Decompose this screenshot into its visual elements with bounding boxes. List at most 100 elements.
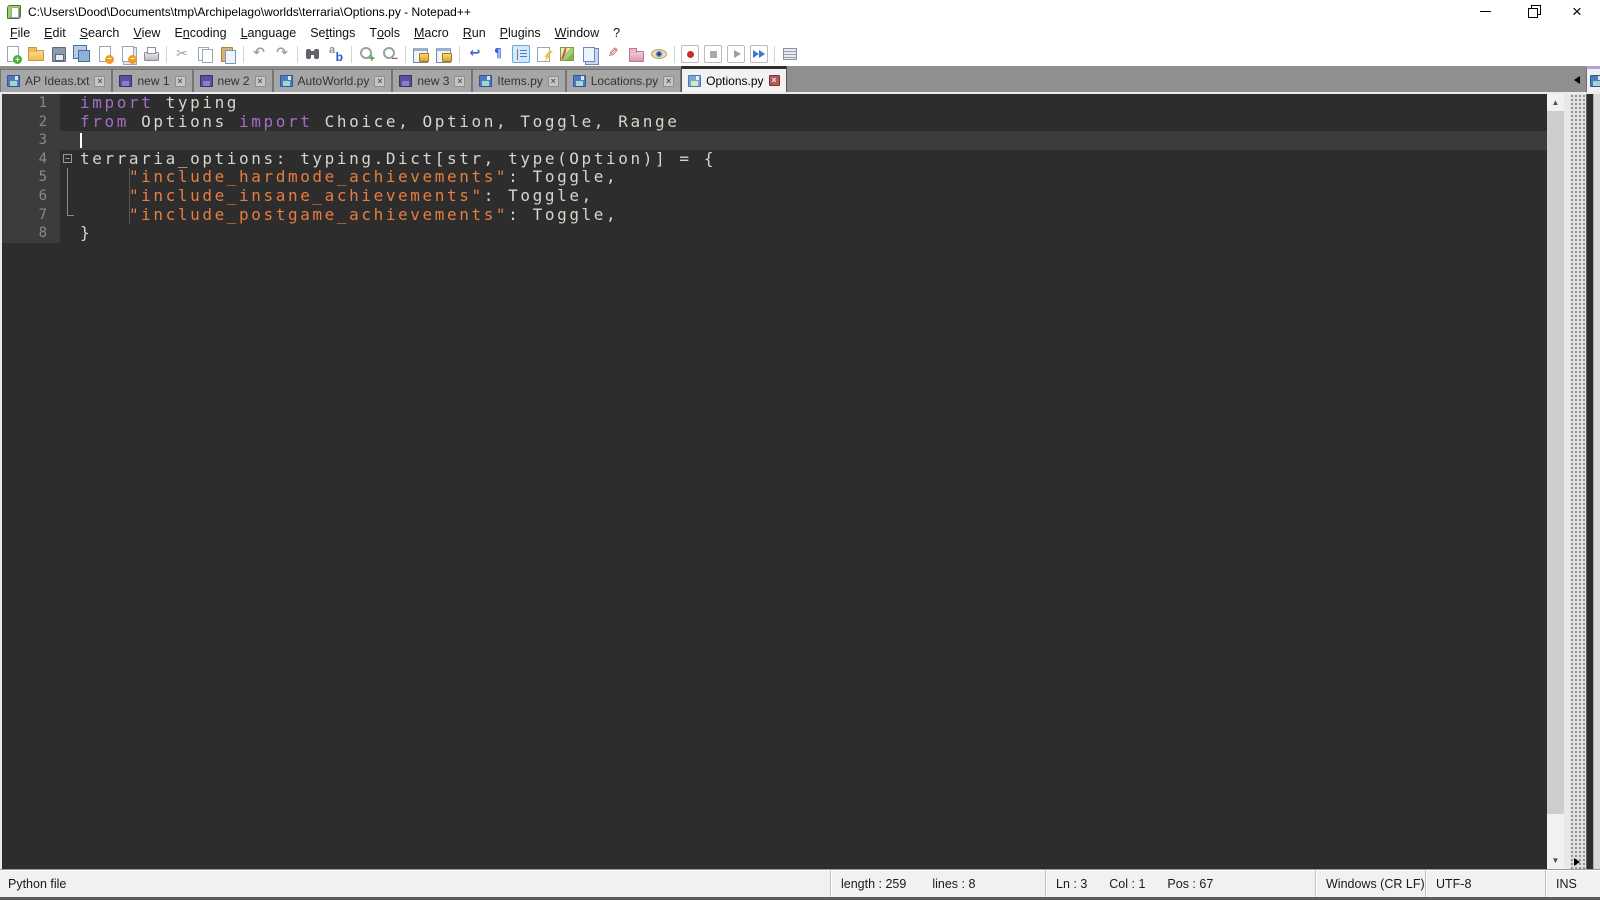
menu-settings[interactable]: Se t tings bbox=[303, 23, 362, 42]
macro-run-multi-icon[interactable] bbox=[750, 45, 768, 63]
scrollbar-track[interactable] bbox=[1547, 111, 1564, 852]
code-line-4[interactable]: 4− terraria_options: typing.Dict[str, typ… bbox=[2, 149, 1547, 169]
function-list-icon[interactable] bbox=[535, 45, 553, 63]
scroll-up-icon[interactable]: ▲ bbox=[1547, 94, 1564, 111]
vertical-scrollbar[interactable]: ▲ ▼ bbox=[1547, 94, 1564, 869]
code-text: "include_insane_achievements": Toggle, bbox=[128, 185, 594, 205]
menu-macro[interactable]: Macro bbox=[407, 23, 456, 42]
undo-icon[interactable] bbox=[250, 45, 268, 63]
macro-record-icon[interactable] bbox=[681, 45, 699, 63]
code-line-1[interactable]: 1 import typing bbox=[2, 94, 1547, 113]
tab-options-py[interactable]: Options.py × bbox=[681, 66, 787, 92]
show-all-chars-icon[interactable] bbox=[489, 45, 507, 63]
tab-new-2[interactable]: new 2 × bbox=[192, 69, 273, 92]
close-doc-icon[interactable] bbox=[96, 45, 114, 64]
open-file-icon[interactable] bbox=[27, 45, 45, 63]
toolbar-separator bbox=[243, 45, 244, 63]
code-editor[interactable]: 1 import typing 2 from Options import Choic… bbox=[2, 94, 1547, 869]
code-line-7[interactable]: 7 "include_postgame_achievements": Toggl… bbox=[2, 204, 1547, 225]
save-icon[interactable] bbox=[50, 45, 68, 63]
tab-close-icon[interactable]: × bbox=[663, 75, 675, 87]
status-eol-format[interactable]: Windows (CR LF) bbox=[1315, 870, 1425, 897]
sync-h-icon[interactable] bbox=[435, 45, 453, 63]
tab-new-3[interactable]: new 3 × bbox=[392, 69, 473, 92]
code-line-6[interactable]: 6 "include_insane_achievements": Toggle, bbox=[2, 185, 1547, 206]
cut-icon[interactable] bbox=[173, 45, 191, 63]
edit-marker-icon[interactable] bbox=[604, 45, 622, 63]
macro-save-icon[interactable] bbox=[781, 45, 799, 63]
tab-locations-py[interactable]: Locations.py × bbox=[565, 69, 682, 92]
fold-guide-line bbox=[67, 205, 74, 216]
tab-close-icon[interactable]: × bbox=[374, 75, 386, 87]
fold-collapse-icon[interactable]: − bbox=[63, 153, 72, 163]
tab-close-icon[interactable]: × bbox=[174, 75, 186, 87]
monitoring-icon[interactable] bbox=[650, 45, 668, 63]
replace-icon[interactable] bbox=[327, 44, 345, 64]
menu-edit[interactable]: Edit bbox=[37, 23, 73, 42]
paste-icon[interactable] bbox=[219, 45, 237, 64]
editor-region: 1 import typing 2 from Options import Choic… bbox=[0, 94, 1600, 869]
scroll-down-icon[interactable]: ▼ bbox=[1547, 852, 1564, 869]
view-splitter[interactable] bbox=[1570, 94, 1586, 869]
macro-stop-icon[interactable] bbox=[704, 45, 722, 63]
tab-label: AP Ideas.txt bbox=[25, 74, 90, 88]
fold-margin[interactable]: − bbox=[60, 150, 78, 169]
tab-close-icon[interactable]: × bbox=[94, 75, 106, 87]
tab-scroll-left-icon[interactable] bbox=[1574, 76, 1580, 84]
toolbar-group bbox=[781, 45, 799, 63]
macro-play-icon[interactable] bbox=[727, 45, 745, 63]
close-button[interactable] bbox=[1554, 0, 1600, 23]
redo-icon[interactable] bbox=[273, 45, 291, 63]
doc-list-icon[interactable] bbox=[581, 45, 599, 63]
folder-workspace-icon[interactable] bbox=[627, 45, 645, 63]
toolbar-separator bbox=[297, 45, 298, 63]
tab-close-icon[interactable]: × bbox=[547, 75, 559, 87]
menu-file[interactable]: File bbox=[3, 23, 37, 42]
menu-window[interactable]: Window bbox=[548, 23, 606, 42]
code-line-8[interactable]: 8} bbox=[2, 224, 1547, 243]
restore-button[interactable] bbox=[1508, 0, 1554, 23]
tab-label: Options.py bbox=[706, 73, 764, 88]
tab-close-icon[interactable]: × bbox=[768, 75, 780, 86]
menu-view[interactable]: View bbox=[126, 23, 167, 42]
scrollbar-thumb[interactable] bbox=[1547, 111, 1564, 814]
word-wrap-icon[interactable] bbox=[466, 45, 484, 63]
tab-new-1[interactable]: new 1 × bbox=[112, 69, 193, 92]
menu-help[interactable]: ? bbox=[606, 23, 627, 42]
indent-guide-icon[interactable] bbox=[512, 45, 530, 63]
sync-v-icon[interactable] bbox=[412, 45, 430, 63]
tab-close-icon[interactable]: × bbox=[454, 75, 466, 87]
code-line-5[interactable]: 5 "include_hardmode_achievements": Toggl… bbox=[2, 168, 1547, 187]
code-line-3[interactable]: 3 bbox=[2, 131, 1547, 150]
status-encoding[interactable]: UTF-8 bbox=[1425, 870, 1545, 897]
minimize-button[interactable] bbox=[1462, 0, 1508, 23]
zoom-in-icon[interactable] bbox=[358, 45, 376, 65]
secondary-view-tab-sliver[interactable] bbox=[1586, 66, 1600, 92]
zoom-out-icon[interactable] bbox=[381, 45, 399, 65]
menu-run[interactable]: Run bbox=[456, 23, 493, 42]
code-line-2[interactable]: 2 from Options import Choice, Option, Tog… bbox=[2, 112, 1547, 132]
find-icon[interactable] bbox=[304, 45, 322, 63]
status-insert-mode[interactable]: INS bbox=[1545, 870, 1600, 897]
menu-search[interactable]: Search bbox=[73, 23, 127, 42]
menu-plugins[interactable]: Plugins bbox=[493, 23, 548, 42]
menu-language[interactable]: Language bbox=[234, 23, 304, 42]
code-text: "include_postgame_achievements": Toggle, bbox=[128, 204, 619, 224]
floppy-icon bbox=[399, 75, 413, 87]
tab-close-icon[interactable]: × bbox=[254, 75, 266, 87]
tab-autoworld-py[interactable]: AutoWorld.py × bbox=[272, 69, 393, 92]
doc-map-icon[interactable] bbox=[558, 45, 576, 63]
close-all-icon[interactable] bbox=[119, 45, 137, 64]
save-all-icon[interactable] bbox=[73, 45, 91, 63]
new-file-icon[interactable] bbox=[4, 45, 22, 64]
menu-tools[interactable]: To ols bbox=[362, 23, 407, 42]
copy-icon[interactable] bbox=[196, 45, 214, 63]
line-number: 1 bbox=[2, 94, 60, 113]
fold-margin bbox=[60, 168, 78, 187]
tab-items-py[interactable]: Items.py × bbox=[472, 69, 566, 92]
print-icon[interactable] bbox=[142, 45, 160, 63]
toolbar-separator bbox=[774, 45, 775, 63]
tab-ap-ideas-txt[interactable]: AP Ideas.txt × bbox=[0, 69, 113, 92]
splitter-arrow-icon bbox=[1574, 858, 1580, 866]
menu-encoding[interactable]: En coding bbox=[167, 23, 233, 42]
